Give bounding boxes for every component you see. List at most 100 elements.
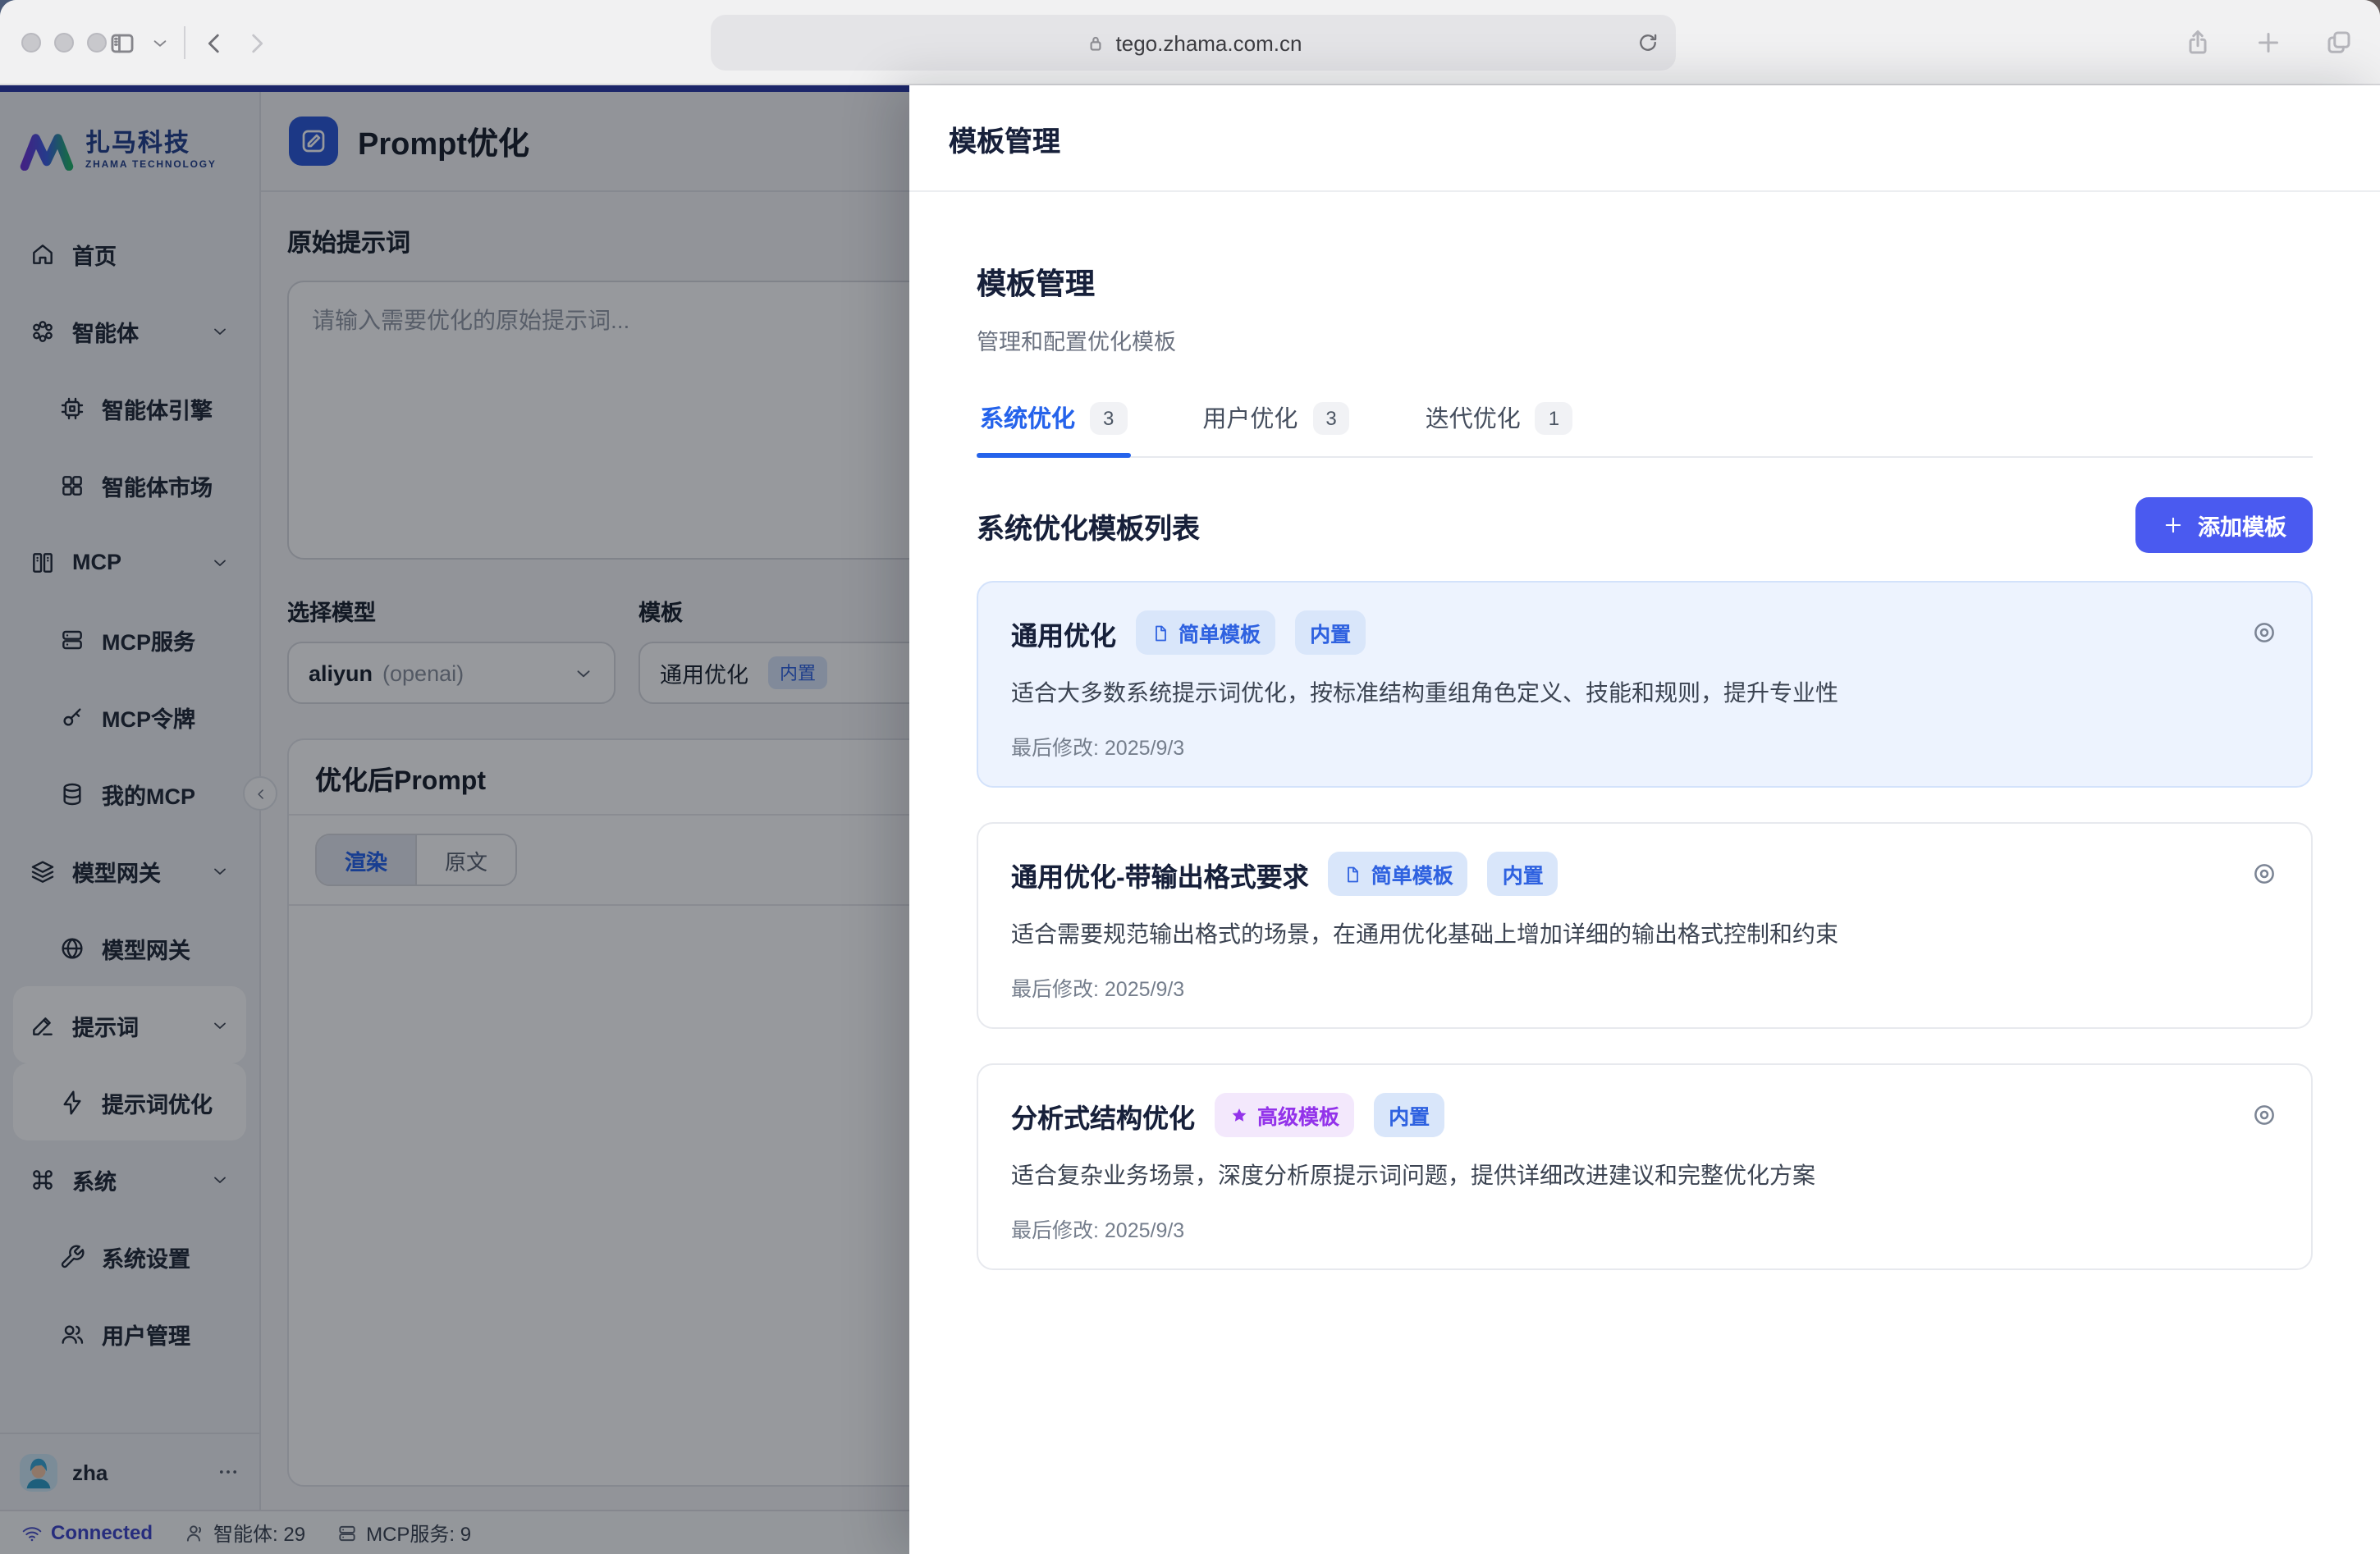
view-icon[interactable] bbox=[2250, 860, 2278, 888]
share-icon[interactable] bbox=[2183, 28, 2213, 57]
add-template-button[interactable]: 添加模板 bbox=[2135, 497, 2313, 553]
agents-count-text: 智能体: 29 bbox=[213, 1522, 306, 1545]
back-icon[interactable] bbox=[200, 29, 228, 57]
sidebar-item-mcp-tokens[interactable]: MCP令牌 bbox=[13, 678, 246, 755]
pencil-icon bbox=[30, 1012, 56, 1038]
template-list-header: 系统优化模板列表 添加模板 bbox=[977, 497, 2313, 553]
browser-chrome: tego.zhama.com.cn bbox=[0, 0, 2380, 85]
user-row[interactable]: zha bbox=[0, 1433, 259, 1510]
builtin-badge: 内置 bbox=[768, 656, 827, 689]
brand-name: 扎马科技 bbox=[85, 129, 191, 158]
tab-system-optimization[interactable]: 系统优化 3 bbox=[977, 397, 1130, 458]
section-title: 模板管理 bbox=[977, 267, 1095, 300]
model-select[interactable]: aliyun (openai) bbox=[287, 642, 616, 704]
panel-body: 模板管理 管理和配置优化模板 系统优化 3 用户优化 3 迭代优化 1 系统优化… bbox=[909, 192, 2380, 1554]
plus-icon bbox=[2165, 517, 2181, 533]
screenshot-stage: tego.zhama.com.cn 扎马科技 ZHAMA TECHNOLOGY … bbox=[0, 0, 2380, 1554]
template-type-badge: 简单模板 bbox=[1328, 852, 1468, 896]
cpu-icon bbox=[59, 395, 85, 421]
connected-text: Connected bbox=[51, 1521, 153, 1544]
ellipsis-icon[interactable] bbox=[217, 1460, 240, 1483]
sidebar-item-my-mcp[interactable]: 我的MCP bbox=[13, 755, 246, 832]
sidebar-toggle-icon[interactable] bbox=[108, 29, 136, 57]
mcp-count-text: MCP服务: 9 bbox=[366, 1522, 472, 1545]
brand-logo: 扎马科技 ZHAMA TECHNOLOGY bbox=[0, 92, 259, 212]
sidebar-item-home[interactable]: 首页 bbox=[13, 215, 246, 292]
view-icon[interactable] bbox=[2250, 619, 2278, 647]
tab-user-optimization[interactable]: 用户优化 3 bbox=[1199, 397, 1352, 456]
zoom-button[interactable] bbox=[87, 33, 107, 53]
chevron-down-icon bbox=[210, 1015, 230, 1035]
chevron-down-icon bbox=[573, 662, 594, 683]
document-icon bbox=[1156, 624, 1166, 641]
sidebar: 扎马科技 ZHAMA TECHNOLOGY 首页 智能体 智能体引擎 智能体市场… bbox=[0, 92, 261, 1510]
template-description: 适合需要规范输出格式的场景，在通用优化基础上增加详细的输出格式控制和约束 bbox=[1011, 921, 1838, 947]
sidebar-item-user-management[interactable]: 用户管理 bbox=[13, 1295, 246, 1372]
globe-icon bbox=[59, 935, 85, 961]
sidebar-item-model-gateway-group[interactable]: 模型网关 bbox=[13, 832, 246, 909]
section-subtitle: 管理和配置优化模板 bbox=[977, 330, 1176, 354]
tab-overview-icon[interactable] bbox=[2324, 28, 2354, 57]
chevron-down-icon bbox=[210, 861, 230, 880]
new-tab-icon[interactable] bbox=[2254, 28, 2283, 57]
template-description: 适合大多数系统提示词优化，按标准结构重组角色定义、技能和规则，提升专业性 bbox=[1011, 679, 1838, 706]
tab-iterative-optimization[interactable]: 迭代优化 1 bbox=[1422, 397, 1576, 456]
users-icon bbox=[59, 1320, 85, 1346]
document-icon bbox=[1348, 866, 1359, 882]
server-small-icon bbox=[339, 1524, 355, 1541]
sidebar-item-model-gateway[interactable]: 模型网关 bbox=[13, 909, 246, 986]
template-type-badge: 高级模板 bbox=[1215, 1093, 1355, 1137]
panel-title: 模板管理 bbox=[949, 126, 1060, 157]
template-value: 通用优化 bbox=[660, 663, 748, 688]
sidebar-nav: 首页 智能体 智能体引擎 智能体市场 MCP MCP服务 MCP令牌 我的MCP… bbox=[0, 212, 259, 1433]
reload-icon[interactable] bbox=[1636, 31, 1659, 54]
sidebar-item-mcp-services[interactable]: MCP服务 bbox=[13, 601, 246, 678]
sidebar-item-agent-market[interactable]: 智能体市场 bbox=[13, 446, 246, 523]
url-text: tego.zhama.com.cn bbox=[1115, 30, 1302, 55]
chevron-down-icon bbox=[210, 1169, 230, 1189]
page-title: Prompt优化 bbox=[358, 127, 530, 162]
sidebar-item-system-settings[interactable]: 系统设置 bbox=[13, 1218, 246, 1295]
lock-icon bbox=[1090, 35, 1101, 50]
template-modified-date: 最后修改: 2025/9/3 bbox=[1011, 978, 1185, 1001]
address-bar[interactable]: tego.zhama.com.cn bbox=[711, 15, 1676, 71]
model-provider: (openai) bbox=[382, 660, 465, 685]
sidebar-item-prompt-optimization[interactable]: 提示词优化 bbox=[13, 1063, 246, 1140]
tab-raw[interactable]: 原文 bbox=[417, 835, 516, 884]
template-title: 通用优化 bbox=[1011, 623, 1117, 651]
builtin-badge: 内置 bbox=[1295, 610, 1366, 655]
brand-subtitle: ZHAMA TECHNOLOGY bbox=[85, 161, 217, 171]
connection-status: Connected bbox=[21, 1521, 153, 1544]
template-card[interactable]: 通用优化 简单模板 内置 适合大多数系统提示词优化，按标准结构重组角色定义、技能… bbox=[977, 581, 2313, 788]
user-name: zha bbox=[72, 1460, 108, 1484]
sidebar-item-agent-engine[interactable]: 智能体引擎 bbox=[13, 369, 246, 446]
tab-render[interactable]: 渲染 bbox=[317, 835, 418, 884]
template-tabs: 系统优化 3 用户优化 3 迭代优化 1 bbox=[977, 397, 2313, 458]
sidebar-item-agents[interactable]: 智能体 bbox=[13, 292, 246, 369]
template-card[interactable]: 分析式结构优化 高级模板 内置 适合复杂业务场景，深度分析原提示词问题，提供详细… bbox=[977, 1063, 2313, 1270]
forward-icon[interactable] bbox=[243, 29, 271, 57]
view-icon[interactable] bbox=[2250, 1101, 2278, 1129]
minimize-button[interactable] bbox=[54, 33, 74, 53]
brand-mark-icon bbox=[20, 134, 74, 171]
template-card[interactable]: 通用优化-带输出格式要求 简单模板 内置 适合需要规范输出格式的场景，在通用优化… bbox=[977, 822, 2313, 1029]
key-icon bbox=[59, 703, 85, 729]
close-button[interactable] bbox=[21, 33, 41, 53]
sidebar-item-system-group[interactable]: 系统 bbox=[13, 1140, 246, 1218]
server-icon bbox=[59, 626, 85, 652]
toolbar-divider bbox=[184, 26, 185, 59]
sidebar-item-prompts-group[interactable]: 提示词 bbox=[13, 986, 246, 1063]
panel-header: 模板管理 bbox=[909, 85, 2380, 192]
tab-count-badge: 1 bbox=[1535, 401, 1573, 434]
home-icon bbox=[30, 240, 56, 267]
builtin-badge: 内置 bbox=[1487, 852, 1558, 896]
window-controls bbox=[21, 0, 107, 85]
browser-window: tego.zhama.com.cn 扎马科技 ZHAMA TECHNOLOGY … bbox=[0, 0, 2380, 1554]
edit-square-icon bbox=[289, 117, 338, 166]
agents-count: 智能体: 29 bbox=[184, 1519, 305, 1547]
tab-count-badge: 3 bbox=[1090, 401, 1128, 434]
sidebar-collapse-button[interactable] bbox=[243, 776, 277, 811]
chevron-down-icon[interactable] bbox=[151, 34, 169, 52]
toolbar-right bbox=[2183, 0, 2354, 85]
sidebar-item-mcp[interactable]: MCP bbox=[13, 523, 246, 601]
